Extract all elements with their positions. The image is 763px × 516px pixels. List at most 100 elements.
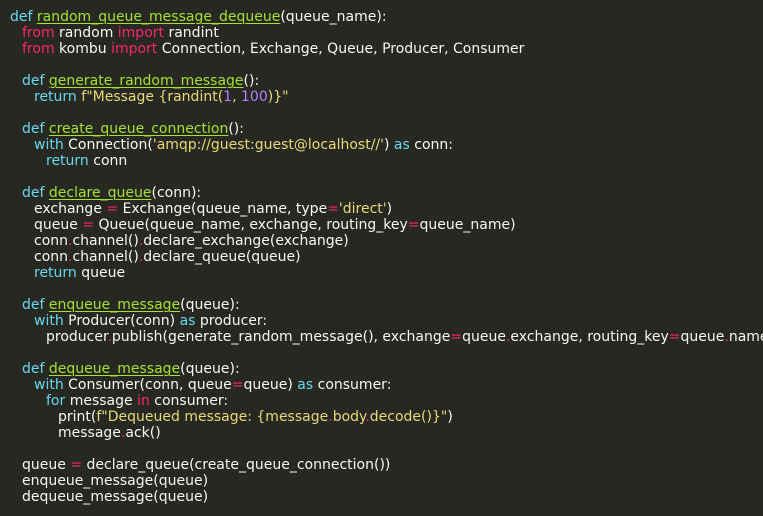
operator: = xyxy=(70,457,87,473)
code-line: print(f"Dequeued message: {message.body.… xyxy=(10,409,763,425)
code-text: conn xyxy=(93,153,128,169)
code-editor[interactable]: def random_queue_message_dequeue(queue_n… xyxy=(0,0,763,516)
keyword: def xyxy=(22,361,49,377)
code-line: producer.publish(generate_random_message… xyxy=(10,329,763,345)
code-text: queue xyxy=(34,217,83,233)
string-literal: )}" xyxy=(267,89,289,105)
code-text: consumer: xyxy=(317,377,392,393)
string-literal: f"Dequeued message: {message xyxy=(96,409,329,425)
code-text: (): xyxy=(243,73,260,89)
code-text: consumer: xyxy=(154,393,229,409)
code-text: queue xyxy=(81,265,126,281)
string-literal: body xyxy=(332,409,366,425)
keyword: from xyxy=(22,25,60,41)
keyword: for xyxy=(46,393,70,409)
code-text: producer: xyxy=(199,313,268,329)
code-line: queue = Queue(queue_name, exchange, rout… xyxy=(10,217,763,233)
keyword: as xyxy=(297,377,318,393)
operator: = xyxy=(106,201,123,217)
code-text: ack() xyxy=(125,425,161,441)
code-text: kombu xyxy=(59,41,112,57)
code-line: def generate_random_message(): xyxy=(10,73,763,89)
code-line: return f"Message {randint(1, 100)}" xyxy=(10,89,763,105)
code-line: for message in consumer: xyxy=(10,393,763,409)
keyword: def xyxy=(22,297,49,313)
code-text: randint xyxy=(168,25,219,41)
code-text: (queue_name): xyxy=(280,9,387,25)
code-line: message.ack() xyxy=(10,425,763,441)
code-line: def dequeue_message(queue): xyxy=(10,361,763,377)
keyword: import xyxy=(117,25,169,41)
code-text: print( xyxy=(58,409,97,425)
code-text: queue) xyxy=(243,377,298,393)
operator: = xyxy=(82,217,99,233)
code-line: return conn xyxy=(10,153,763,169)
code-text: Producer(conn) xyxy=(68,313,180,329)
operator: = xyxy=(327,201,339,217)
code-line: exchange = Exchange(queue_name, type='di… xyxy=(10,201,763,217)
keyword: return xyxy=(34,265,82,281)
keyword: as xyxy=(393,137,415,153)
code-line: from random import randint xyxy=(10,25,763,41)
function-name: declare_queue xyxy=(48,185,152,201)
keyword: with xyxy=(34,377,69,393)
code-line: with Connection('amqp://guest:guest@loca… xyxy=(10,137,763,153)
string-literal: 'direct' xyxy=(338,201,387,217)
keyword: return xyxy=(34,89,82,105)
code-text: Connection( xyxy=(68,137,153,153)
code-text: enqueue_message(queue) xyxy=(22,473,209,489)
code-text: Consumer(conn, queue xyxy=(68,377,232,393)
function-name: enqueue_message xyxy=(48,297,181,313)
code-text: producer xyxy=(46,329,108,345)
string-literal: f"Message {randint( xyxy=(81,89,224,105)
code-line: def enqueue_message(queue): xyxy=(10,297,763,313)
keyword: with xyxy=(34,313,69,329)
operator: = xyxy=(668,329,681,345)
code-text: queue xyxy=(680,329,725,345)
keyword: as xyxy=(179,313,200,329)
code-line: enqueue_message(queue) xyxy=(10,473,763,489)
keyword: def xyxy=(10,9,37,25)
code-line: dequeue_message(queue) xyxy=(10,489,763,505)
code-text: name) xyxy=(728,329,763,345)
string-literal: decode()}" xyxy=(369,409,448,425)
code-text: random xyxy=(59,25,118,41)
code-text: (conn): xyxy=(151,185,202,201)
code-text: ) xyxy=(384,137,394,153)
code-text: conn xyxy=(34,233,69,249)
code-line: def declare_queue(conn): xyxy=(10,185,763,201)
function-name: create_queue_connection xyxy=(48,121,229,137)
code-line: conn.channel().declare_queue(queue) xyxy=(10,249,763,265)
code-text: ) xyxy=(447,409,453,425)
number-literal: 1 xyxy=(223,89,233,105)
keyword: return xyxy=(46,153,94,169)
code-line: with Producer(conn) as producer: xyxy=(10,313,763,329)
code-text: declare_queue(create_queue_connection()) xyxy=(86,457,391,473)
string-literal: 'amqp://guest:guest@localhost//' xyxy=(152,137,384,153)
code-text: exchange xyxy=(34,201,107,217)
code-text: dequeue_message(queue) xyxy=(22,489,209,505)
code-text: Connection, Exchange, Queue, Producer, C… xyxy=(161,41,525,57)
string-literal: , xyxy=(232,89,241,105)
code-line: def create_queue_connection(): xyxy=(10,121,763,137)
code-line: with Consumer(conn, queue=queue) as cons… xyxy=(10,377,763,393)
code-line: queue = declare_queue(create_queue_conne… xyxy=(10,457,763,473)
code-text: Queue(queue_name, exchange, routing_key xyxy=(98,217,408,233)
function-name: random_queue_message_dequeue xyxy=(36,9,281,25)
code-line: return queue xyxy=(10,265,763,281)
code-line: from kombu import Connection, Exchange, … xyxy=(10,41,763,57)
code-text: declare_queue(queue) xyxy=(143,249,301,265)
code-text: queue_name) xyxy=(419,217,516,233)
code-line: def random_queue_message_dequeue(queue_n… xyxy=(10,9,763,25)
code-text: message xyxy=(69,393,138,409)
code-text: (queue): xyxy=(180,297,240,313)
keyword: with xyxy=(34,137,69,153)
code-text: conn: xyxy=(414,137,453,153)
keyword: in xyxy=(137,393,155,409)
code-text: exchange, routing_key xyxy=(510,329,669,345)
